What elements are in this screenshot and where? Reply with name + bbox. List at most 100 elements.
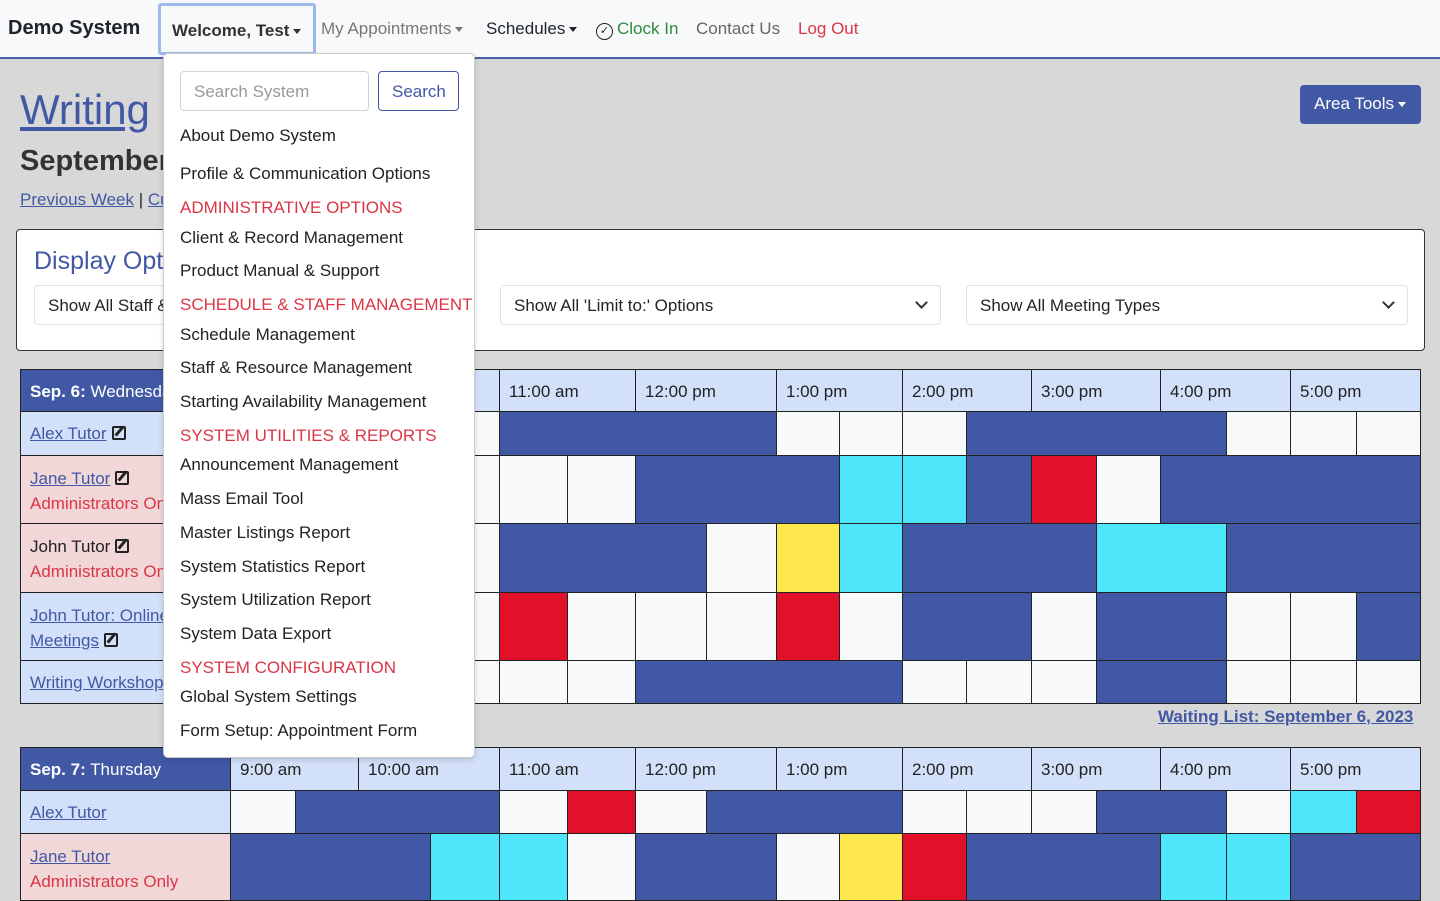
welcome-menu-toggle[interactable]: Welcome, Test [158, 3, 316, 55]
time-slot-yellow[interactable] [776, 523, 840, 593]
time-slot-red[interactable] [902, 833, 967, 901]
time-slot-booked[interactable] [966, 411, 1227, 456]
dropdown-item[interactable]: Form Setup: Appointment Form [180, 721, 417, 741]
dropdown-item[interactable]: Mass Email Tool [180, 489, 303, 509]
time-slot-cyan[interactable] [839, 523, 903, 593]
time-slot-available[interactable] [706, 592, 777, 661]
time-slot-red[interactable] [1031, 455, 1097, 524]
time-slot-booked[interactable] [635, 455, 840, 524]
time-slot-available[interactable] [567, 455, 636, 524]
edit-icon[interactable] [115, 539, 130, 553]
time-slot-cyan[interactable] [902, 455, 967, 524]
waiting-list-link[interactable]: Waiting List: September 6, 2023 [1158, 707, 1413, 727]
time-slot-available[interactable] [706, 523, 777, 593]
time-slot-available[interactable] [902, 660, 967, 704]
time-slot-red[interactable] [499, 592, 568, 661]
dropdown-item[interactable]: System Data Export [180, 624, 331, 644]
time-slot-cyan[interactable] [1290, 790, 1357, 834]
staff-name-link[interactable]: Alex Tutor [30, 424, 107, 443]
dropdown-item[interactable]: Master Listings Report [180, 523, 350, 543]
time-slot-booked[interactable] [1096, 790, 1227, 834]
dropdown-item[interactable]: Schedule Management [180, 325, 355, 345]
time-slot-red[interactable] [776, 592, 840, 661]
time-slot-available[interactable] [1356, 411, 1421, 456]
brand[interactable]: Demo System [8, 17, 140, 40]
my-appointments-menu[interactable]: My Appointments [321, 19, 464, 39]
staff-name-link[interactable]: Alex Tutor [30, 803, 107, 822]
search-system-input[interactable]: Search System [180, 71, 369, 111]
time-slot-available[interactable] [1226, 660, 1291, 704]
staff-name-link[interactable]: John Tutor: Online [30, 606, 169, 625]
time-slot-available[interactable] [839, 592, 903, 661]
time-slot-booked[interactable] [499, 411, 777, 456]
time-slot-booked[interactable] [635, 660, 903, 704]
time-slot-cyan[interactable] [839, 455, 903, 524]
time-slot-available[interactable] [499, 790, 568, 834]
staff-name-link[interactable]: Writing Workshop [30, 673, 164, 692]
time-slot-booked[interactable] [1096, 660, 1227, 704]
dropdown-item[interactable]: About Demo System [180, 126, 336, 146]
time-slot-booked[interactable] [1096, 592, 1227, 661]
time-slot-available[interactable] [1031, 660, 1097, 704]
page-title[interactable]: Writing [20, 86, 150, 134]
time-slot-booked[interactable] [902, 523, 1097, 593]
dropdown-item[interactable]: Staff & Resource Management [180, 358, 412, 378]
staff-name-link[interactable]: Jane Tutor [30, 847, 110, 866]
time-slot-booked[interactable] [966, 455, 1032, 524]
edit-icon[interactable] [111, 426, 126, 440]
time-slot-available[interactable] [776, 411, 840, 456]
time-slot-available[interactable] [567, 660, 636, 704]
time-slot-available[interactable] [1226, 592, 1291, 661]
time-slot-cyan[interactable] [430, 833, 500, 901]
time-slot-cyan[interactable] [1160, 833, 1227, 901]
schedules-menu[interactable]: Schedules [486, 19, 578, 39]
dropdown-item[interactable]: Global System Settings [180, 687, 357, 707]
time-slot-available[interactable] [1226, 790, 1291, 834]
time-slot-red[interactable] [1356, 790, 1421, 834]
time-slot-red[interactable] [567, 790, 636, 834]
time-slot-available[interactable] [1226, 411, 1291, 456]
time-slot-available[interactable] [230, 790, 296, 834]
time-slot-available[interactable] [499, 455, 568, 524]
time-slot-available[interactable] [902, 411, 967, 456]
time-slot-available[interactable] [776, 833, 840, 901]
time-slot-available[interactable] [1290, 660, 1357, 704]
limit-select[interactable]: Show All 'Limit to:' Options [500, 285, 941, 325]
time-slot-booked[interactable] [499, 523, 707, 593]
clock-in-link[interactable]: ✓ Clock In [596, 19, 678, 40]
time-slot-booked[interactable] [966, 833, 1161, 901]
dropdown-item[interactable]: Product Manual & Support [180, 261, 379, 281]
time-slot-available[interactable] [635, 790, 707, 834]
time-slot-available[interactable] [635, 592, 707, 661]
time-slot-booked[interactable] [1226, 523, 1421, 593]
time-slot-available[interactable] [966, 790, 1032, 834]
meeting-type-select[interactable]: Show All Meeting Types [966, 285, 1408, 325]
time-slot-available[interactable] [839, 411, 903, 456]
time-slot-booked[interactable] [230, 833, 431, 901]
previous-week-link[interactable]: Previous Week [20, 190, 134, 209]
dropdown-item[interactable]: Client & Record Management [180, 228, 403, 248]
staff-name-link[interactable]: John Tutor [30, 537, 110, 556]
staff-name-link[interactable]: Jane Tutor [30, 469, 110, 488]
dropdown-item[interactable]: Announcement Management [180, 455, 398, 475]
time-slot-cyan[interactable] [1226, 833, 1291, 901]
time-slot-available[interactable] [1031, 592, 1097, 661]
dropdown-item[interactable]: Profile & Communication Options [180, 164, 430, 184]
time-slot-cyan[interactable] [499, 833, 568, 901]
time-slot-booked[interactable] [1160, 455, 1421, 524]
time-slot-available[interactable] [567, 592, 636, 661]
contact-us-link[interactable]: Contact Us [696, 19, 780, 39]
time-slot-booked[interactable] [706, 790, 903, 834]
time-slot-available[interactable] [567, 833, 636, 901]
time-slot-available[interactable] [1290, 592, 1357, 661]
edit-icon[interactable] [103, 633, 118, 647]
time-slot-available[interactable] [966, 660, 1032, 704]
staff-name-link-cont[interactable]: Meetings [30, 631, 99, 650]
time-slot-cyan[interactable] [1096, 523, 1227, 593]
area-tools-button[interactable]: Area Tools [1300, 85, 1421, 124]
dropdown-item[interactable]: System Statistics Report [180, 557, 365, 577]
dropdown-item[interactable]: System Utilization Report [180, 590, 371, 610]
time-slot-booked[interactable] [1290, 833, 1421, 901]
search-button[interactable]: Search [378, 71, 459, 111]
time-slot-available[interactable] [1290, 411, 1357, 456]
